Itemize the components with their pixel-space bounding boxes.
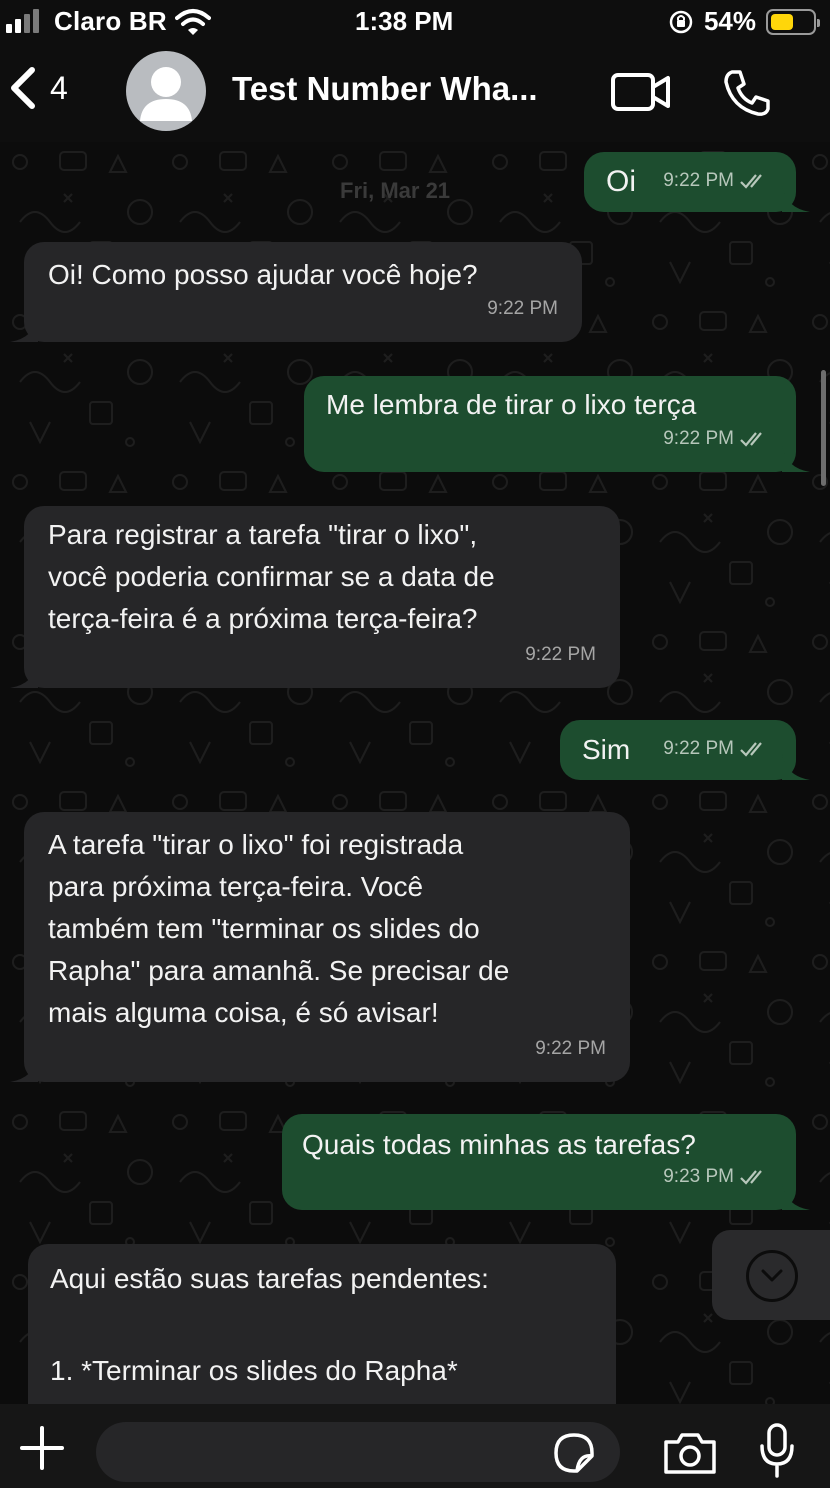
wifi-icon [174,8,211,35]
message-meta: 9:22 PM [663,728,768,770]
back-button[interactable]: 4 [8,66,68,110]
contact-name[interactable]: Test Number Wha... [232,70,538,108]
message-input[interactable] [96,1422,620,1482]
read-receipt-icon [740,742,762,757]
signal-icon [6,8,46,36]
unread-count: 4 [50,69,68,106]
input-bar [0,1404,830,1488]
message-meta: 9:22 PM [663,160,768,202]
scroll-to-bottom-button[interactable] [712,1230,830,1320]
message-text: A tarefa "tirar o lixo" foi registrada p… [48,829,510,1028]
message-bubble-outgoing[interactable]: Me lembra de tirar o lixo terça 9:22 PM [304,376,810,472]
date-separator: Fri, Mar 21 [340,178,451,203]
camera-icon[interactable] [662,1430,718,1476]
message-text: Quais todas minhas as tarefas? [302,1129,696,1160]
plus-icon[interactable] [18,1424,66,1472]
chat-header: 4 Test Number Wha... [0,44,830,142]
scroll-down-chevron-icon [746,1250,798,1302]
scroll-indicator[interactable] [821,370,826,486]
message-bubble-incoming[interactable]: Aqui estão suas tarefas pendentes: 1. *T… [28,1244,616,1404]
message-time: 9:23 PM [663,1166,734,1187]
phone-icon[interactable] [722,68,772,118]
read-receipt-icon [740,1170,762,1185]
video-call-icon[interactable] [610,72,672,112]
microphone-icon[interactable] [758,1422,796,1480]
message-text: Oi! Como posso ajudar você hoje? [48,259,478,290]
orientation-lock-icon [669,10,693,33]
message-meta: 9:22 PM [663,418,768,460]
message-text: Sim [582,734,631,765]
message-bubble-outgoing[interactable]: Quais todas minhas as tarefas? 9:23 PM [282,1114,810,1210]
message-bubble-incoming[interactable]: Oi! Como posso ajudar você hoje? 9:22 PM [10,242,582,342]
status-bar: Claro BR 1:38 PM 54% [0,0,830,44]
read-receipt-icon [740,174,762,189]
message-text: Me lembra de tirar o lixo terça [326,389,697,420]
message-time: 9:22 PM [525,644,596,665]
avatar[interactable] [126,51,206,131]
status-time: 1:38 PM [355,6,454,36]
read-receipt-icon [740,432,762,447]
message-bubble-incoming[interactable]: Para registrar a tarefa "tirar o lixo", … [10,506,620,688]
message-text: Oi [606,165,636,198]
message-time: 9:22 PM [535,1038,606,1059]
message-meta: 9:23 PM [663,1156,768,1198]
message-text: Aqui estão suas tarefas pendentes: 1. *T… [50,1263,489,1386]
message-time: 9:22 PM [663,738,734,759]
message-bubble-outgoing[interactable]: Oi 9:22 PM [584,152,810,212]
avatar-icon [140,67,192,121]
back-chevron-icon [11,67,35,109]
message-time: 9:22 PM [487,298,558,319]
sticker-icon[interactable] [553,1432,595,1474]
message-time: 9:22 PM [663,170,734,191]
carrier-name: Claro BR [54,6,167,36]
battery-percent: 54% [703,6,756,36]
message-text: Para registrar a tarefa "tirar o lixo", … [48,519,495,634]
message-time: 9:22 PM [663,428,734,449]
message-bubble-incoming[interactable]: A tarefa "tirar o lixo" foi registrada p… [10,812,630,1082]
message-bubble-outgoing[interactable]: Sim 9:22 PM [560,720,810,780]
battery-icon [766,8,820,35]
chat-area[interactable]: Fri, Mar 21 Oi 9:22 PM Oi! Como posso aj… [0,142,830,1404]
